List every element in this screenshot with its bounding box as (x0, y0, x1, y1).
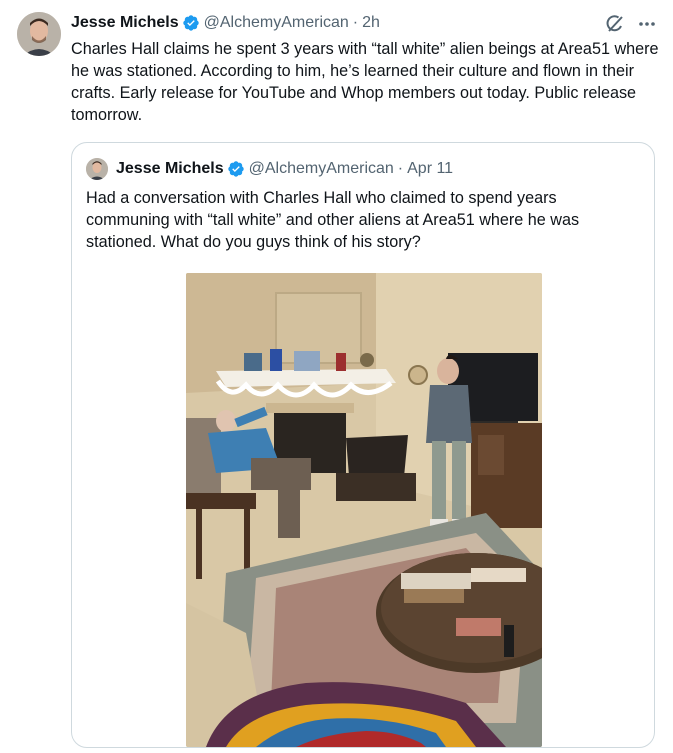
quoted-timestamp: Apr 11 (407, 160, 454, 177)
author-name[interactable]: Jesse Michels (71, 14, 179, 32)
header-actions (605, 14, 657, 34)
quoted-tweet[interactable]: Jesse Michels @AlchemyAmerican · Apr 11 … (71, 142, 655, 748)
verified-badge-icon (182, 15, 199, 31)
quoted-tweet-text: Had a conversation with Charles Hall who… (86, 189, 580, 251)
grok-icon[interactable] (605, 14, 625, 34)
separator: · (397, 160, 404, 177)
quoted-author-name: Jesse Michels (116, 160, 224, 177)
living-room-photo (186, 273, 542, 747)
quoted-tweet-header: Jesse Michels @AlchemyAmerican · Apr 11 (86, 157, 453, 181)
separator: · (352, 14, 359, 31)
tweet[interactable]: Jesse Michels @AlchemyAmerican · 2h Char… (71, 12, 661, 126)
author-avatar[interactable] (17, 12, 61, 56)
quoted-author-handle: @AlchemyAmerican (248, 160, 394, 177)
author-handle[interactable]: @AlchemyAmerican (204, 14, 349, 32)
verified-badge-icon (227, 161, 244, 177)
quoted-tweet-photo[interactable] (186, 273, 542, 747)
quoted-author-avatar (86, 158, 108, 180)
timestamp[interactable]: 2h (362, 14, 380, 32)
tweet-text: Charles Hall claims he spent 3 years wit… (71, 40, 659, 124)
more-icon[interactable] (637, 14, 657, 34)
tweet-header: Jesse Michels @AlchemyAmerican · 2h (71, 12, 661, 34)
